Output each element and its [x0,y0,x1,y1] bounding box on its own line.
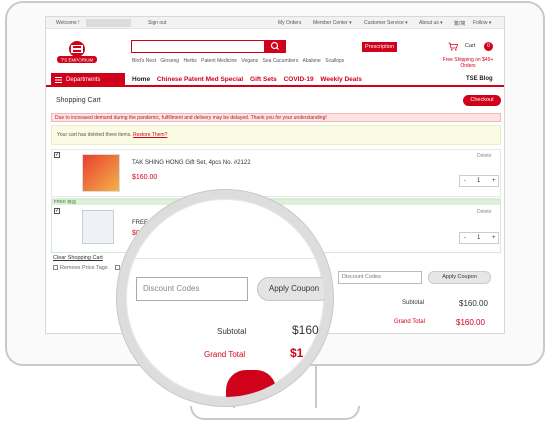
magnified-discount-input[interactable]: Discount Codes [136,277,248,301]
product-image[interactable] [82,154,120,192]
restore-items-link[interactable]: Restore Them? [133,132,167,138]
nav-links: Home Chinese Patent Med Special Gift Set… [132,76,367,83]
delete-item-link[interactable]: Delete [477,153,491,159]
quantity-value[interactable]: 1 [477,235,480,241]
deleted-items-notice: Your cart has deleted three items. Resto… [51,125,501,145]
top-utility-bar: Welcome ! Sign out My Orders Member Cent… [46,17,504,29]
search-input[interactable] [131,40,265,53]
quicklink-patent-medicine[interactable]: Patent Medicine [201,58,237,64]
magnified-grand-total-value: $1 [290,346,304,360]
subtotal-value: $160.00 [459,299,488,308]
page-title: Shopping Cart [56,97,101,104]
quicklink-abalone[interactable]: Abalone [302,58,320,64]
customer-service-menu[interactable]: Customer Service ▾ [364,20,408,26]
clear-cart-link[interactable]: Clear Shopping Cart [53,255,103,261]
hamburger-icon [55,77,62,83]
nav-tse-blog[interactable]: TSE Blog [466,76,493,82]
prescription-button[interactable]: Prescription [362,42,397,52]
quicklink-scallops[interactable]: Scallops [325,58,344,64]
username-placeholder [86,19,131,27]
quicklink-herbs[interactable]: Herbs [183,58,196,64]
cart-label: Cart [465,43,476,49]
language-switch[interactable]: 繁/简 [454,20,465,27]
main-nav: Departments Home Chinese Patent Med Spec… [46,73,504,87]
quantity-value[interactable]: 1 [477,178,480,184]
quantity-stepper: - 1 + [459,232,499,244]
quantity-stepper: - 1 + [459,175,499,187]
cart-count-badge: 0 [484,42,493,51]
item-price: $160.00 [132,174,158,181]
apply-coupon-button[interactable]: Apply Coupon [428,271,491,284]
signout-link[interactable]: Sign out [148,20,166,26]
product-image[interactable] [82,210,114,244]
grand-total-value: $160.00 [456,318,485,327]
increase-qty-button[interactable]: + [492,235,496,241]
header-cart[interactable]: Cart 0 [448,42,498,54]
quicklink-sea-cucumbers[interactable]: Sea Cucumbers [263,58,299,64]
magnified-item-area [126,199,324,259]
free-shipping-note: Free Shipping on $49+ Orders [442,57,494,69]
welcome-text: Welcome ! [56,20,80,26]
cart-icon [448,42,458,51]
subtotal-label: Subtotal [402,300,425,306]
remove-price-tags-label: Remove Price Tags [60,265,108,271]
remove-price-tags-option[interactable]: Remove Price Tags Le [53,265,128,271]
quicklink-birds-nest[interactable]: Bird's Nest [132,58,156,64]
item-name[interactable]: TAK SHING HONG Gift Set, 4pcs No. #2122 [132,160,251,166]
quick-category-links: Bird's Nest Ginseng Herbs Patent Medicin… [132,58,347,64]
delay-notice: Due to increased demand during the pande… [51,113,501,122]
deleted-items-text: Your cart has deleted three items. [57,132,132,138]
checkout-button[interactable]: Checkout [463,95,501,106]
magnifier-lens: Discount Codes Apply Coupon Subtotal $16… [117,190,333,406]
delete-item-link[interactable]: Delete [477,209,491,215]
discount-code-input[interactable]: Discount Codes [338,271,422,284]
quicklink-vegans[interactable]: Vegans [241,58,258,64]
grand-total-label: Grand Total [394,319,425,325]
magnified-subtotal-value: $160 [292,323,319,337]
monitor-stand-base [190,406,360,420]
nav-home[interactable]: Home [132,76,150,83]
member-center-menu[interactable]: Member Center ▾ [313,20,352,26]
item-checkbox[interactable]: ✓ [54,208,60,214]
cart-item: ✓ TAK SHING HONG Gift Set, 4pcs No. #212… [51,149,501,197]
quicklink-ginseng[interactable]: Ginseng [160,58,179,64]
magnified-apply-coupon-button[interactable]: Apply Coupon [257,277,324,301]
increase-qty-button[interactable]: + [492,178,496,184]
nav-weekly-deals[interactable]: Weekly Deals [320,76,361,83]
magnified-view: Discount Codes Apply Coupon Subtotal $16… [126,199,324,397]
decrease-qty-button[interactable]: - [464,178,466,184]
item-checkbox[interactable]: ✓ [54,152,60,158]
remove-price-tags-checkbox[interactable] [53,265,58,271]
departments-menu[interactable]: Departments [51,73,125,87]
decrease-qty-button[interactable]: - [464,235,466,241]
stage: Welcome ! Sign out My Orders Member Cent… [0,0,550,421]
nav-covid-19[interactable]: COVID-19 [284,76,314,83]
about-us-menu[interactable]: About us ▾ [419,20,443,26]
magnified-grand-total-label: Grand Total [204,350,246,359]
search-icon [270,41,279,50]
my-orders-link[interactable]: My Orders [278,20,301,26]
search-button[interactable] [265,40,286,53]
departments-label: Departments [66,77,101,83]
magnified-subtotal-label: Subtotal [217,327,247,336]
nav-gift-sets[interactable]: Gift Sets [250,76,277,83]
nav-chinese-patent-med[interactable]: Chinese Patent Med Special [157,76,243,83]
emporium-logo[interactable]: T'S EMPORIUM [56,40,98,66]
second-option-checkbox[interactable] [115,265,121,271]
logo-text: T'S EMPORIUM [61,58,94,63]
follow-menu[interactable]: Follow ▾ [473,20,491,26]
magnified-checkout-button[interactable] [226,370,276,397]
